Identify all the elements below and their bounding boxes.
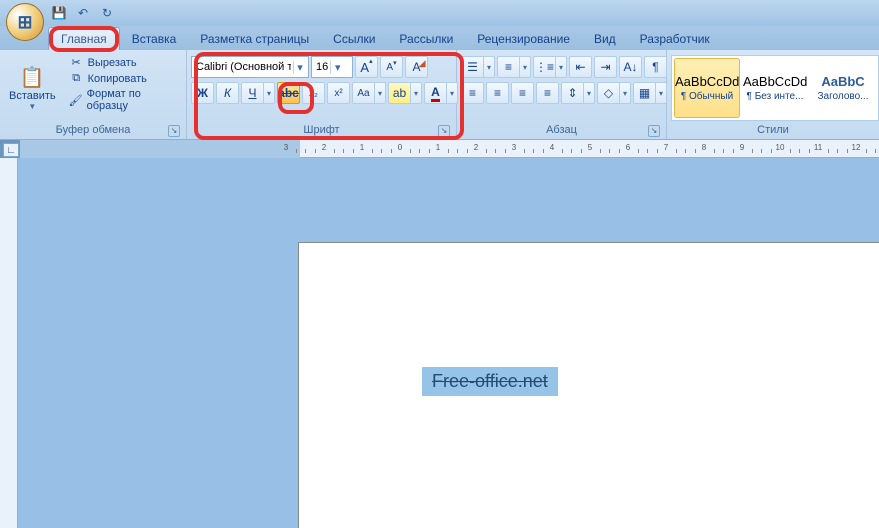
increase-indent-button[interactable]: ⇥ bbox=[594, 56, 617, 78]
quick-access-toolbar: 💾 ↶ ↻ bbox=[50, 4, 116, 22]
group-clipboard: 📋 Вставить ▼ ✂ Вырезать ⧉ Копировать 🖌 Форм… bbox=[0, 50, 187, 139]
change-case-button[interactable]: Aa▾ bbox=[352, 82, 386, 104]
font-color-button[interactable]: A▾ bbox=[424, 82, 458, 104]
paste-button[interactable]: 📋 Вставить ▼ bbox=[4, 53, 61, 123]
group-paragraph: ☰▾ ≡▾ ⋮≡▾ ⇤ ⇥ A↓ ¶ ≡ ≡ ≡ ≡ ⇕▾ ◇▾ ▦▾ Абза… bbox=[457, 50, 667, 139]
watermark: FREE-OFFICE.NET bbox=[695, 496, 865, 518]
tab-mailings[interactable]: Рассылки bbox=[387, 28, 465, 50]
bold-button[interactable]: Ж bbox=[191, 82, 214, 104]
style-sample: AaBbCcDd bbox=[675, 74, 739, 89]
copy-button[interactable]: ⧉ Копировать bbox=[65, 71, 182, 86]
numbering-button[interactable]: ≡▾ bbox=[497, 56, 531, 78]
font-family-value: Calibri (Основной те bbox=[196, 61, 291, 73]
office-logo-icon: ⊞ bbox=[17, 12, 32, 33]
vertical-ruler[interactable] bbox=[0, 158, 18, 528]
title-bar: ⊞ 💾 ↶ ↻ bbox=[0, 0, 879, 26]
office-button[interactable]: ⊞ bbox=[6, 3, 44, 41]
redo-button[interactable]: ↻ bbox=[98, 4, 116, 22]
watermark-text: FREE-OFFICE.NET bbox=[725, 499, 865, 515]
style-sample: AaBbC bbox=[811, 74, 875, 89]
superscript-button[interactable]: x² bbox=[327, 82, 350, 104]
styles-gallery[interactable]: AaBbCcDd ¶ Обычный AaBbCcDd ¶ Без инте..… bbox=[671, 55, 879, 121]
tab-page-layout[interactable]: Разметка страницы bbox=[188, 28, 321, 50]
group-styles-title: Стили bbox=[671, 123, 875, 139]
decrease-indent-button[interactable]: ⇤ bbox=[569, 56, 592, 78]
dropdown-icon: ▾ bbox=[293, 61, 306, 74]
paste-label: Вставить bbox=[9, 90, 56, 102]
paragraph-launcher[interactable]: ↘ bbox=[648, 125, 660, 137]
dropdown-icon: ▾ bbox=[330, 61, 344, 74]
strikethrough-button[interactable]: abc bbox=[277, 82, 300, 104]
selected-text[interactable]: Free-office.net bbox=[422, 367, 558, 396]
font-size-value: 16 bbox=[316, 61, 328, 73]
group-clipboard-title: Буфер обмена↘ bbox=[4, 123, 182, 139]
copy-icon: ⧉ bbox=[69, 72, 84, 85]
tab-selector[interactable]: ∟ bbox=[3, 143, 19, 157]
tab-home[interactable]: Главная bbox=[48, 27, 120, 50]
shading-button[interactable]: ◇▾ bbox=[597, 82, 631, 104]
font-launcher[interactable]: ↘ bbox=[438, 125, 450, 137]
cut-button[interactable]: ✂ Вырезать bbox=[65, 55, 182, 70]
shrink-font-button[interactable]: A▾ bbox=[380, 56, 403, 78]
bullets-button[interactable]: ☰▾ bbox=[461, 56, 495, 78]
save-button[interactable]: 💾 bbox=[50, 4, 68, 22]
clipboard-launcher[interactable]: ↘ bbox=[168, 125, 180, 137]
tab-developer[interactable]: Разработчик bbox=[628, 28, 722, 50]
cut-label: Вырезать bbox=[88, 57, 137, 69]
sort-button[interactable]: A↓ bbox=[619, 56, 642, 78]
group-styles: AaBbCcDd ¶ Обычный AaBbCcDd ¶ Без инте..… bbox=[667, 50, 879, 139]
style-name: Заголово... bbox=[811, 91, 875, 102]
group-font: Calibri (Основной те▾ 16▾ A▴ A▾ A◢ Ж К Ч… bbox=[187, 50, 457, 139]
grow-font-button[interactable]: A▴ bbox=[355, 56, 378, 78]
font-size-combo[interactable]: 16▾ bbox=[311, 56, 353, 78]
style-name: ¶ Обычный bbox=[675, 91, 739, 102]
ribbon-tabs: Главная Вставка Разметка страницы Ссылки… bbox=[0, 26, 879, 50]
undo-button[interactable]: ↶ bbox=[74, 4, 92, 22]
style-no-spacing[interactable]: AaBbCcDd ¶ Без инте... bbox=[742, 58, 808, 118]
style-normal[interactable]: AaBbCcDd ¶ Обычный bbox=[674, 58, 740, 118]
group-font-title: Шрифт↘ bbox=[191, 123, 452, 139]
line-spacing-button[interactable]: ⇕▾ bbox=[561, 82, 595, 104]
brush-icon: 🖌 bbox=[69, 94, 83, 107]
cut-icon: ✂ bbox=[69, 56, 84, 69]
italic-button[interactable]: К bbox=[216, 82, 239, 104]
horizontal-ruler[interactable]: 3210123456789101112 bbox=[0, 140, 879, 158]
tab-review[interactable]: Рецензирование bbox=[465, 28, 582, 50]
watermark-logo-icon bbox=[695, 496, 717, 518]
clear-formatting-button[interactable]: A◢ bbox=[405, 56, 428, 78]
ribbon: 📋 Вставить ▼ ✂ Вырезать ⧉ Копировать 🖌 Форм… bbox=[0, 50, 879, 140]
group-paragraph-title: Абзац↘ bbox=[461, 123, 662, 139]
subscript-button[interactable]: x₂ bbox=[302, 82, 325, 104]
tab-view[interactable]: Вид bbox=[582, 28, 628, 50]
document-page[interactable]: Free-office.net bbox=[298, 242, 879, 528]
borders-button[interactable]: ▦▾ bbox=[633, 82, 667, 104]
work-area: Free-office.net bbox=[0, 158, 879, 528]
font-family-combo[interactable]: Calibri (Основной те▾ bbox=[191, 56, 309, 78]
justify-button[interactable]: ≡ bbox=[536, 82, 559, 104]
paste-dropdown-icon: ▼ bbox=[28, 102, 36, 111]
style-name: ¶ Без инте... bbox=[743, 91, 807, 102]
copy-label: Копировать bbox=[88, 73, 147, 85]
align-right-button[interactable]: ≡ bbox=[511, 82, 534, 104]
paste-icon: 📋 bbox=[20, 66, 45, 90]
style-heading[interactable]: AaBbC Заголово... bbox=[810, 58, 876, 118]
align-center-button[interactable]: ≡ bbox=[486, 82, 509, 104]
multilevel-button[interactable]: ⋮≡▾ bbox=[533, 56, 567, 78]
align-left-button[interactable]: ≡ bbox=[461, 82, 484, 104]
document-scroll-area[interactable]: Free-office.net bbox=[18, 158, 879, 528]
show-marks-button[interactable]: ¶ bbox=[644, 56, 667, 78]
style-sample: AaBbCcDd bbox=[743, 74, 807, 89]
format-painter-button[interactable]: 🖌 Формат по образцу bbox=[65, 87, 182, 113]
highlight-button[interactable]: ab▾ bbox=[388, 82, 422, 104]
tab-insert[interactable]: Вставка bbox=[120, 28, 189, 50]
format-painter-label: Формат по образцу bbox=[87, 88, 178, 112]
tab-references[interactable]: Ссылки bbox=[321, 28, 387, 50]
underline-button[interactable]: Ч▾ bbox=[241, 82, 275, 104]
